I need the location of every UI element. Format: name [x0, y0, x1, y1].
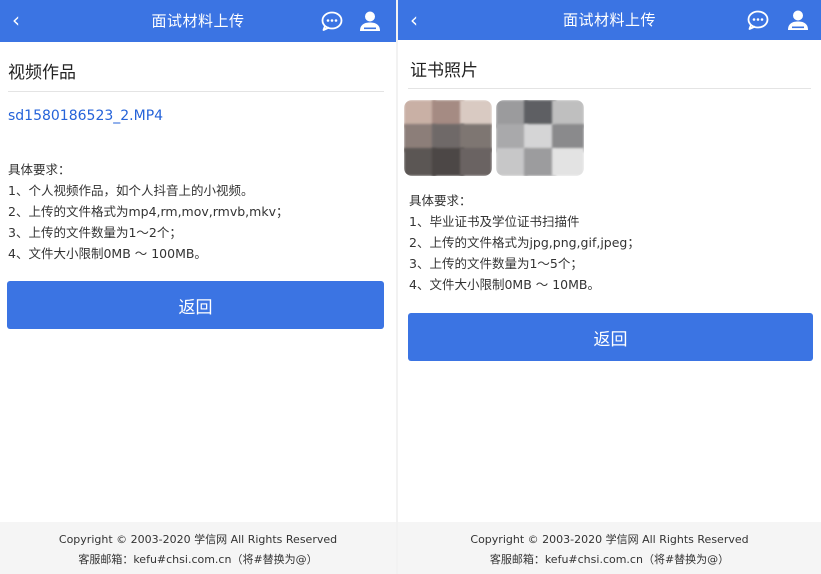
requirements-list: 具体要求： 1、毕业证书及学位证书扫描件 2、上传的文件格式为jpg,png,g… [409, 190, 640, 295]
header-bar: ‹ 面试材料上传 [398, 0, 821, 40]
requirement-item: 3、上传的文件数量为1～2个； [8, 225, 182, 240]
chat-bubble-icon[interactable] [320, 9, 344, 33]
requirement-item: 2、上传的文件格式为mp4,rm,mov,rmvb,mkv； [8, 204, 289, 219]
header-bar: ‹ 面试材料上传 [0, 0, 396, 42]
requirement-item: 1、个人视频作品，如个人抖音上的小视频。 [8, 183, 254, 198]
footer: Copyright © 2003-2020 学信网 All Rights Res… [398, 522, 821, 574]
requirements-heading: 具体要求： [409, 193, 472, 208]
requirements-list: 具体要求： 1、个人视频作品，如个人抖音上的小视频。 2、上传的文件格式为mp4… [8, 159, 288, 264]
certificate-thumbnail[interactable] [496, 100, 584, 176]
divider [8, 91, 384, 92]
copyright-text: Copyright © 2003-2020 学信网 All Rights Res… [58, 533, 338, 546]
certificate-upload-panel: ‹ 面试材料上传 证书照片 具体要求： 1、毕业证书及学位证书扫描件 2、上传的… [398, 0, 821, 574]
divider [408, 88, 811, 89]
uploaded-file-link[interactable]: sd1580186523_2.MP4 [8, 108, 163, 124]
footer: Copyright © 2003-2020 学信网 All Rights Res… [0, 522, 396, 574]
requirement-item: 4、文件大小限制0MB ～ 10MB。 [409, 277, 600, 292]
certificate-thumbnail[interactable] [404, 100, 492, 176]
user-icon[interactable] [786, 8, 810, 32]
requirement-item: 4、文件大小限制0MB ～ 100MB。 [8, 246, 207, 261]
requirement-item: 1、毕业证书及学位证书扫描件 [409, 214, 580, 229]
user-icon[interactable] [358, 9, 382, 33]
return-button[interactable]: 返回 [408, 313, 813, 361]
support-email-text: 客服邮箱：kefu#chsi.com.cn（将#替换为@） [78, 553, 318, 566]
requirements-heading: 具体要求： [8, 162, 71, 177]
copyright-text: Copyright © 2003-2020 学信网 All Rights Res… [470, 533, 749, 546]
requirement-item: 3、上传的文件数量为1～5个； [409, 256, 583, 271]
return-button[interactable]: 返回 [7, 281, 384, 329]
section-title: 证书照片 [410, 61, 478, 81]
section-title: 视频作品 [8, 63, 76, 83]
video-upload-panel: ‹ 面试材料上传 视频作品 sd1580186523_2.MP4 具体要求： 1… [0, 0, 396, 574]
support-email-text: 客服邮箱：kefu#chsi.com.cn（将#替换为@） [489, 553, 730, 566]
chat-bubble-icon[interactable] [746, 8, 770, 32]
requirement-item: 2、上传的文件格式为jpg,png,gif,jpeg； [409, 235, 640, 250]
